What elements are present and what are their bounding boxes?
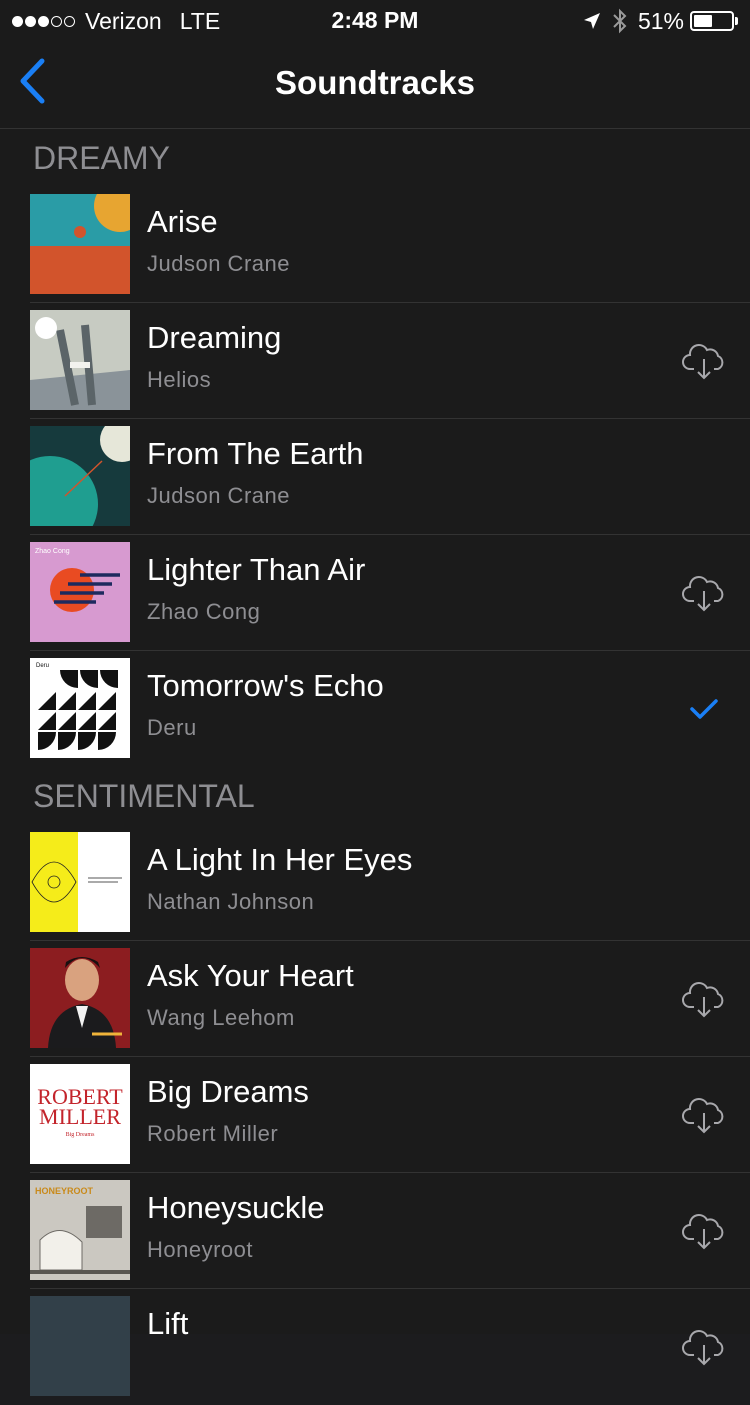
album-cover: ROBERT MILLER Big Dreams bbox=[30, 1064, 130, 1164]
page-title: Soundtracks bbox=[275, 64, 475, 101]
track-row[interactable]: From The Earth Judson Crane bbox=[30, 419, 750, 535]
track-title: Dreaming bbox=[147, 320, 282, 355]
album-cover: HONEYROOT bbox=[30, 1180, 130, 1280]
track-title: Big Dreams bbox=[147, 1074, 309, 1109]
cover-label: MILLER bbox=[39, 1104, 121, 1129]
album-cover bbox=[30, 194, 130, 294]
navigation-bar: Soundtracks bbox=[0, 40, 750, 129]
cloud-download-icon bbox=[681, 342, 727, 385]
cloud-download-icon bbox=[681, 574, 727, 617]
track-artist: Helios bbox=[147, 367, 212, 392]
album-cover: Zhao Cong bbox=[30, 542, 130, 642]
download-button[interactable] bbox=[680, 1213, 728, 1253]
track-row[interactable]: HONEYROOT Honeysuckle Honeyroot bbox=[30, 1173, 750, 1289]
checkmark-icon bbox=[689, 697, 719, 726]
section-header-dreamy: DREAMY bbox=[33, 140, 170, 176]
selected-indicator bbox=[680, 691, 728, 731]
track-artist: Judson Crane bbox=[147, 483, 290, 508]
album-cover bbox=[30, 832, 130, 932]
soundtrack-list: DREAMY Arise Judson Crane Dreaming Helio… bbox=[0, 129, 750, 1405]
cloud-download-icon bbox=[681, 1096, 727, 1139]
track-artist: Judson Crane bbox=[147, 251, 290, 276]
track-artist: Robert Miller bbox=[147, 1121, 279, 1146]
cloud-download-icon bbox=[681, 1212, 727, 1255]
track-title: Tomorrow's Echo bbox=[147, 668, 384, 703]
status-right: 51% bbox=[582, 7, 738, 35]
album-cover bbox=[30, 948, 130, 1048]
track-artist: Nathan Johnson bbox=[147, 889, 315, 914]
album-cover: Deru bbox=[30, 658, 130, 758]
location-arrow-icon bbox=[582, 11, 602, 31]
track-row[interactable]: Arise Judson Crane bbox=[30, 187, 750, 303]
album-cover bbox=[30, 426, 130, 526]
download-button[interactable] bbox=[680, 1329, 728, 1369]
battery-fill bbox=[694, 15, 713, 27]
track-title: Lighter Than Air bbox=[147, 552, 366, 587]
status-bar: Verizon LTE 2:48 PM 51% bbox=[0, 0, 750, 40]
cover-label: Big Dreams bbox=[66, 1132, 95, 1138]
battery-icon bbox=[690, 11, 734, 31]
download-button[interactable] bbox=[680, 1097, 728, 1137]
track-artist: Wang Leehom bbox=[147, 1005, 295, 1030]
track-title: Lift bbox=[147, 1306, 189, 1341]
battery-tip bbox=[735, 17, 738, 25]
track-row[interactable]: Zhao Cong Lighter Than Air Zhao Cong bbox=[30, 535, 750, 651]
track-artist: Deru bbox=[147, 715, 197, 740]
track-title: From The Earth bbox=[147, 436, 364, 471]
download-button[interactable] bbox=[680, 343, 728, 383]
track-artist: Zhao Cong bbox=[147, 599, 261, 624]
track-title: Arise bbox=[147, 204, 218, 239]
track-row[interactable]: ROBERT MILLER Big Dreams Big Dreams Robe… bbox=[30, 1057, 750, 1173]
section-header-sentimental: SENTIMENTAL bbox=[33, 778, 255, 814]
cover-label: HONEYROOT bbox=[35, 1186, 94, 1196]
cover-label: Zhao Cong bbox=[35, 548, 70, 555]
track-artist: Honeyroot bbox=[147, 1237, 254, 1262]
download-button[interactable] bbox=[680, 981, 728, 1021]
track-row[interactable]: Lift bbox=[30, 1289, 750, 1405]
album-cover bbox=[30, 310, 130, 410]
battery-percent: 51% bbox=[637, 7, 684, 34]
track-title: A Light In Her Eyes bbox=[147, 842, 413, 877]
album-cover bbox=[30, 1296, 130, 1396]
track-row[interactable]: Dreaming Helios bbox=[30, 303, 750, 419]
bluetooth-icon bbox=[612, 8, 628, 34]
track-title: Honeysuckle bbox=[147, 1190, 325, 1225]
cloud-download-icon bbox=[681, 980, 727, 1023]
track-title: Ask Your Heart bbox=[147, 958, 354, 993]
track-row[interactable]: Ask Your Heart Wang Leehom bbox=[30, 941, 750, 1057]
track-row[interactable]: Deru Tomorrow's Echo Deru bbox=[30, 651, 750, 767]
download-button[interactable] bbox=[680, 575, 728, 615]
track-row[interactable]: A Light In Her Eyes Nathan Johnson bbox=[30, 825, 750, 941]
cover-label: Deru bbox=[36, 663, 49, 669]
